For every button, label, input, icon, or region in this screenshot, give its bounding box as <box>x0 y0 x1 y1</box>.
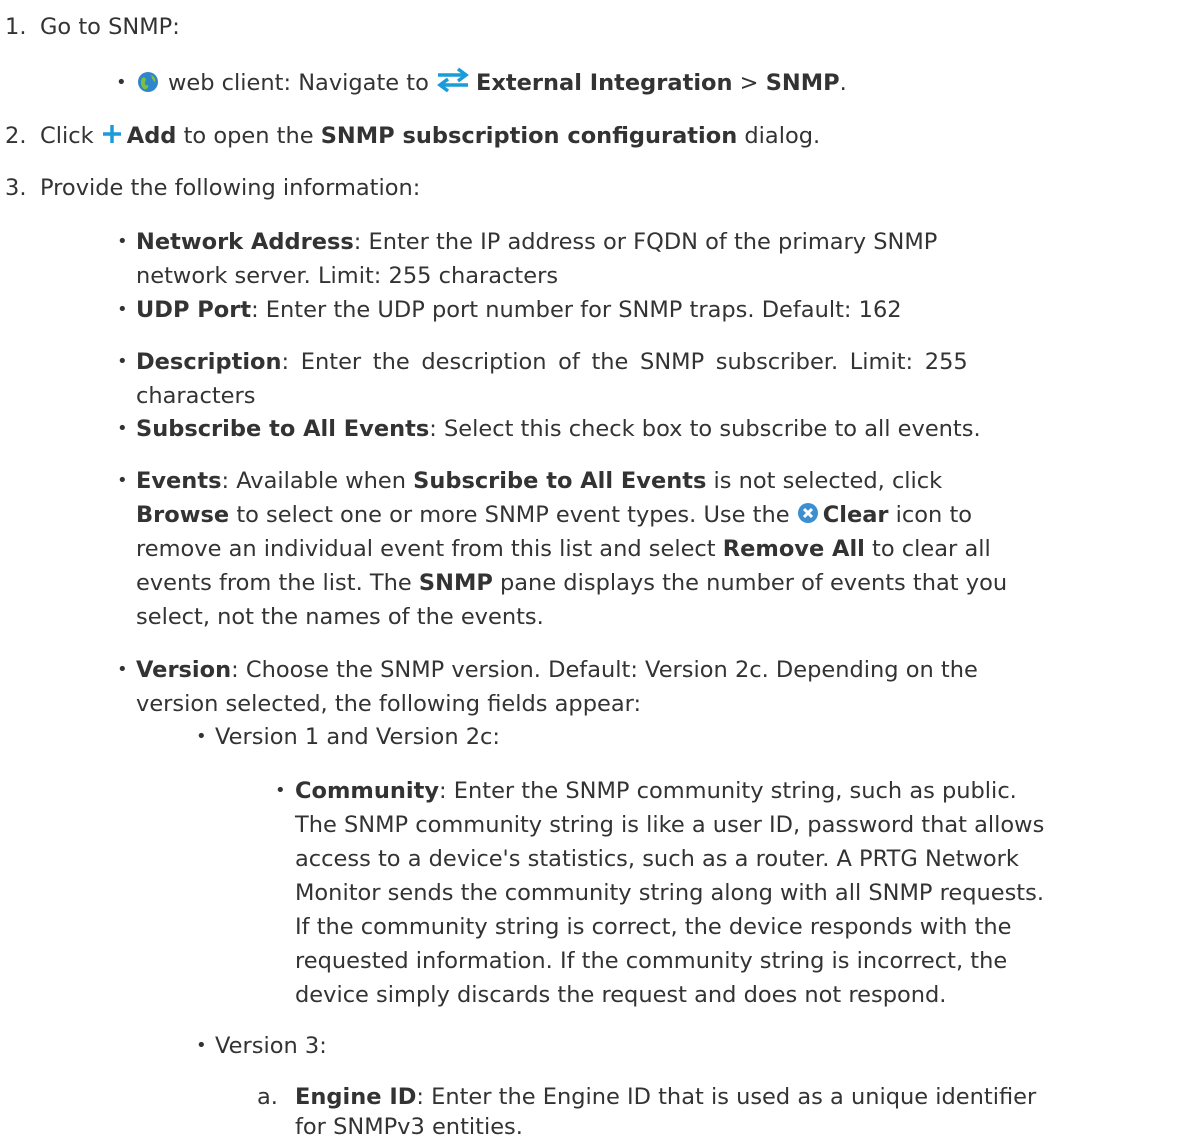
bullet: • <box>117 351 128 372</box>
field-desc: : Enter the Engine ID that is used as a … <box>416 1084 1037 1110</box>
field-desc-cont: version selected, the following fields a… <box>136 691 642 717</box>
field-text: Network Address: Enter the IP address or… <box>136 225 1156 293</box>
field-desc: : Select this check box to subscribe to … <box>429 416 981 442</box>
field-desc: : Enter the description of the SNMP subs… <box>281 349 968 375</box>
bullet: • <box>196 1035 207 1056</box>
field-desc-cont: network server. Limit: 255 characters <box>136 263 559 289</box>
snmp-link: SNMP <box>765 70 840 96</box>
clear-icon <box>797 502 818 523</box>
events-text: to select one or more SNMP event types. … <box>236 502 790 528</box>
plus-icon <box>102 124 121 143</box>
path-separator: > <box>739 70 759 96</box>
field-desc-cont: characters <box>136 383 256 409</box>
events-text: remove an individual event from this lis… <box>136 536 716 562</box>
field-text: Community: Enter the SNMP community stri… <box>295 774 1165 1012</box>
field-text: Version: Choose the SNMP version. Defaul… <box>136 653 1156 721</box>
field-desc: : Choose the SNMP version. Default: Vers… <box>231 657 978 683</box>
step-number: 3. <box>5 175 27 201</box>
field-desc-cont: device simply discards the request and d… <box>295 982 947 1008</box>
step-text: Go to SNMP: <box>40 14 180 40</box>
step-text: Click Add to open the SNMP subscription … <box>40 119 820 153</box>
field-label: Community <box>295 778 440 804</box>
snmp-pane-ref: SNMP <box>418 570 493 596</box>
field-desc: : Enter the UDP port number for SNMP tra… <box>251 297 902 323</box>
field-desc-cont: access to a device's statistics, such as… <box>295 846 1019 872</box>
globe-icon <box>138 71 158 92</box>
field-label: Network Address <box>136 229 354 255</box>
external-integration-link: External Integration <box>476 70 733 96</box>
bullet: • <box>117 231 128 252</box>
field-desc-cont: requested information. If the community … <box>295 948 1008 974</box>
events-text: : Available when <box>221 468 406 494</box>
field-label: UDP Port <box>136 297 252 323</box>
dialog-text: dialog. <box>744 123 821 149</box>
subsection-label: Version 3: <box>215 1033 327 1059</box>
field-text: UDP Port: Enter the UDP port number for … <box>136 293 902 327</box>
events-text: is not selected, click <box>713 468 943 494</box>
web-client-line: web client: Navigate to External Integra… <box>136 66 847 100</box>
field-label: Version <box>136 657 232 683</box>
field-desc: : Enter the IP address or FQDN of the pr… <box>353 229 938 255</box>
add-label: Add <box>126 123 177 149</box>
bullet: • <box>196 726 207 747</box>
field-label: Events <box>136 468 222 494</box>
browse-ref: Browse <box>136 502 230 528</box>
events-text: pane displays the number of events that … <box>499 570 1008 596</box>
bullet: • <box>275 780 286 801</box>
subscribe-all-ref: Subscribe to All Events <box>413 468 707 494</box>
field-desc-cont: Monitor sends the community string along… <box>295 880 1044 906</box>
list-marker: a. <box>257 1084 278 1110</box>
remove-all-ref: Remove All <box>722 536 865 562</box>
step-text: Provide the following information: <box>40 175 421 201</box>
swap-arrows-icon <box>437 67 469 92</box>
step-number: 2. <box>5 123 27 149</box>
bullet: • <box>116 72 127 93</box>
bullet: • <box>117 418 128 439</box>
bullet: • <box>117 470 128 491</box>
clear-ref: Clear <box>822 502 889 528</box>
field-text: Description: Enter the description of th… <box>136 345 1156 413</box>
events-text: to clear all <box>872 536 991 562</box>
field-desc-cont: If the community string is correct, the … <box>295 914 1012 940</box>
bullet: • <box>117 659 128 680</box>
events-text: events from the list. The <box>136 570 412 596</box>
web-client-text: web client: Navigate to <box>168 70 429 96</box>
bullet: • <box>117 299 128 320</box>
click-text: Click <box>40 123 94 149</box>
field-desc: : Enter the SNMP community string, such … <box>439 778 1017 804</box>
period: . <box>839 70 847 96</box>
field-text: Subscribe to All Events: Select this che… <box>136 412 981 446</box>
dialog-name: SNMP subscription configuration <box>320 123 738 149</box>
field-desc-cont: for SNMPv3 entities. <box>295 1114 523 1140</box>
field-label: Engine ID <box>295 1084 417 1110</box>
field-text: Events: Available when Subscribe to All … <box>136 464 1156 634</box>
field-label: Subscribe to All Events <box>136 416 430 442</box>
events-text: icon to <box>895 502 973 528</box>
field-desc-cont: The SNMP community string is like a user… <box>295 812 1045 838</box>
events-text: select, not the names of the events. <box>136 604 544 630</box>
step-number: 1. <box>5 14 27 40</box>
field-text: Engine ID: Enter the Engine ID that is u… <box>295 1080 1165 1144</box>
subsection-label: Version 1 and Version 2c: <box>215 724 500 750</box>
field-label: Description <box>136 349 282 375</box>
to-open-text: to open the <box>183 123 314 149</box>
